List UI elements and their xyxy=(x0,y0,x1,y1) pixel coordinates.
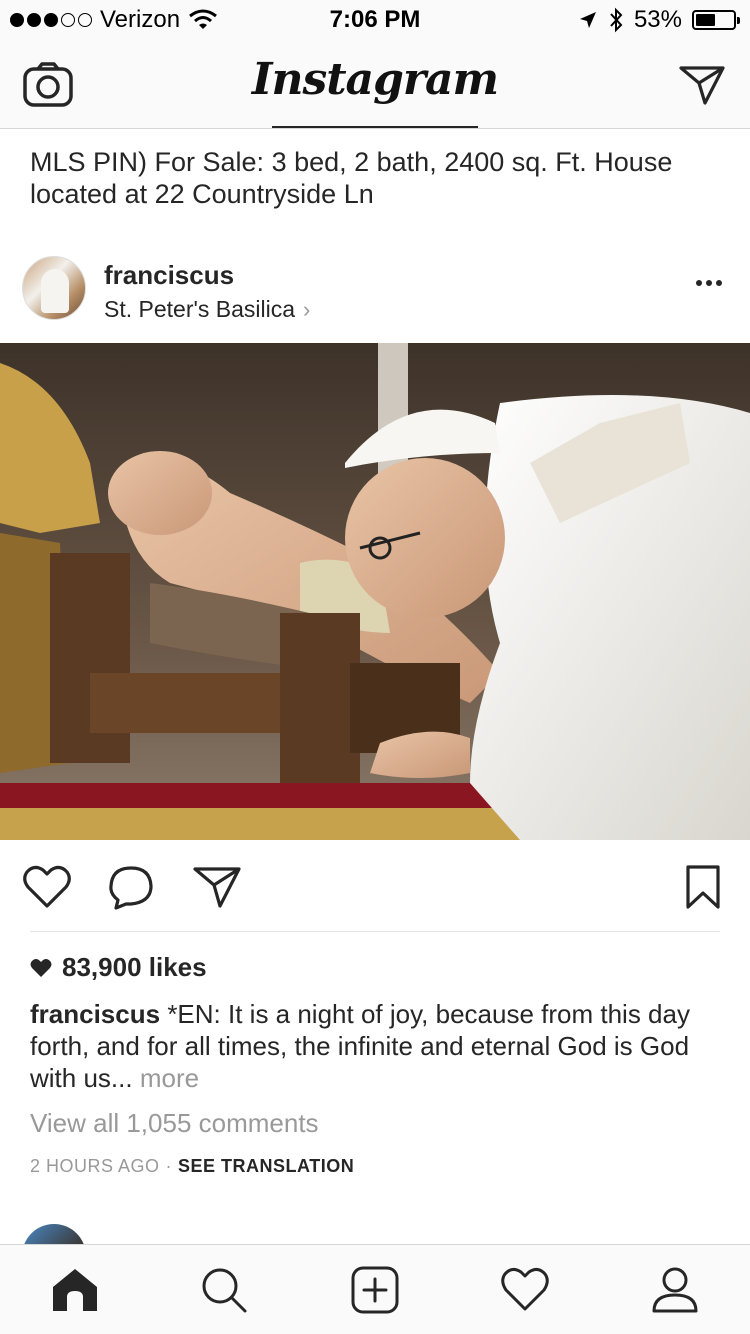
direct-message-icon[interactable] xyxy=(678,64,726,106)
camera-icon[interactable] xyxy=(22,62,74,108)
see-translation-link[interactable]: SEE TRANSLATION xyxy=(178,1156,354,1177)
home-icon[interactable] xyxy=(50,1265,100,1315)
location-label: St. Peter's Basilica xyxy=(104,296,296,322)
caption-username[interactable]: franciscus xyxy=(30,999,160,1029)
carrier-label: Verizon xyxy=(100,6,181,33)
avatar[interactable] xyxy=(22,256,86,320)
logo-underline xyxy=(272,126,478,128)
comment-icon[interactable] xyxy=(106,864,156,910)
post-meta: 2 HOURS AGO · SEE TRANSLATION xyxy=(30,1156,354,1177)
battery-percent: 53% xyxy=(633,6,682,33)
profile-icon[interactable] xyxy=(650,1265,700,1315)
likes-heart-icon xyxy=(30,958,52,977)
action-divider xyxy=(30,931,720,932)
promo-text: MLS PIN) For Sale: 3 bed, 2 bath, 2400 s… xyxy=(30,147,673,209)
post-username[interactable]: franciscus xyxy=(104,260,234,291)
post-photo[interactable] xyxy=(0,343,750,840)
status-bar: Verizon 7:06 PM 53% xyxy=(0,0,750,40)
post-actions xyxy=(0,852,750,922)
more-options-icon[interactable] xyxy=(696,280,722,286)
bottom-tab-bar xyxy=(0,1244,750,1334)
wifi-icon xyxy=(189,9,217,29)
carrier-area: Verizon xyxy=(10,6,218,34)
bookmark-icon[interactable] xyxy=(678,864,728,910)
battery-icon xyxy=(692,10,740,30)
meta-separator: · xyxy=(165,1156,173,1176)
signal-strength-icon xyxy=(10,13,92,27)
share-icon[interactable] xyxy=(192,864,242,910)
bluetooth-icon xyxy=(610,7,623,33)
post-location[interactable]: St. Peter's Basilica › xyxy=(104,296,310,323)
likes-label: 83,900 likes xyxy=(62,952,207,982)
instagram-logo[interactable]: Instagram xyxy=(0,54,750,105)
caption-more-link[interactable]: more xyxy=(140,1063,199,1093)
chevron-right-icon: › xyxy=(303,296,311,322)
add-post-icon[interactable] xyxy=(350,1265,400,1315)
view-all-comments-link[interactable]: View all 1,055 comments xyxy=(30,1108,319,1139)
location-arrow-icon xyxy=(579,12,596,28)
top-nav-bar: Instagram xyxy=(0,40,750,129)
likes-count[interactable]: 83,900 likes xyxy=(30,952,207,983)
heart-icon[interactable] xyxy=(22,864,72,910)
search-icon[interactable] xyxy=(199,1265,249,1315)
post-caption: franciscus *EN: It is a night of joy, be… xyxy=(30,998,720,1094)
battery-level xyxy=(696,14,716,26)
status-right: 53% xyxy=(578,6,740,34)
post-header: franciscus St. Peter's Basilica › xyxy=(0,250,750,330)
activity-heart-icon[interactable] xyxy=(500,1265,550,1315)
post-time: 2 HOURS AGO xyxy=(30,1156,160,1176)
